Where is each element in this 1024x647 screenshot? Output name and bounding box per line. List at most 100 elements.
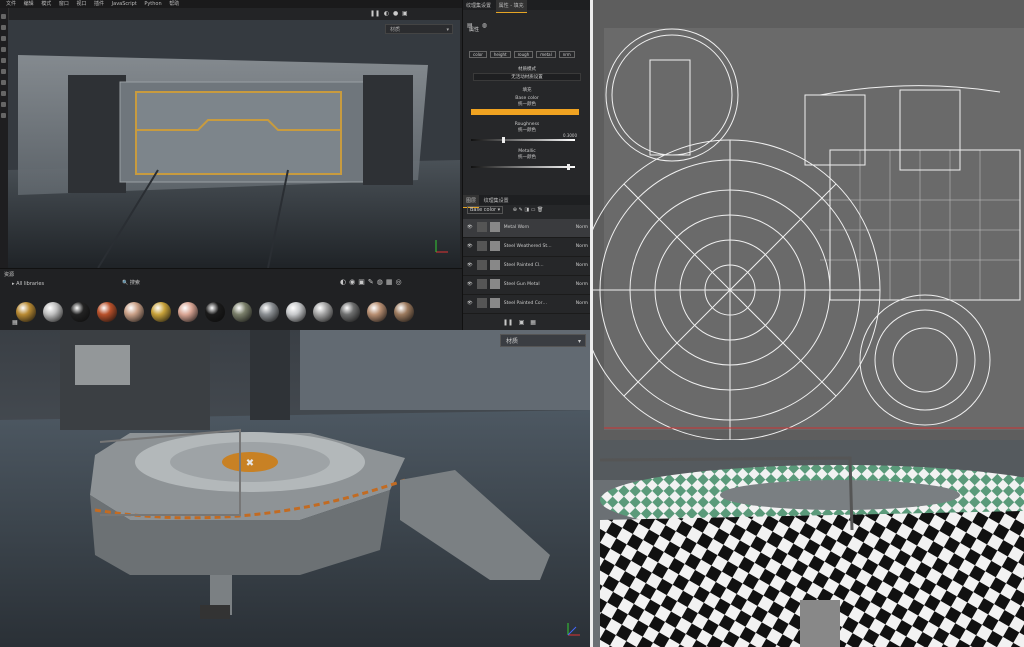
settings-icon[interactable]: ◍ [482,22,487,29]
material-thumbnail-autumn-leaf[interactable] [97,302,117,322]
clone-tool-icon[interactable] [1,69,6,74]
viewport-toolbar: ❚❚ ◐ ● ▣ [370,10,460,18]
channel-color-chip[interactable]: color [469,51,487,58]
eye-icon[interactable]: 👁 [467,263,473,268]
channel-height-chip[interactable]: height [489,51,511,58]
eye-icon[interactable]: 👁 [467,225,473,230]
folder-icon[interactable]: ▭ [531,207,536,213]
base-color-mode: 统一颜色 [518,102,536,107]
menu-javascript[interactable]: JavaScript [112,1,137,7]
eye-icon[interactable]: 👁 [467,282,473,287]
layer-blend-mode[interactable]: Norm [576,257,588,275]
layer-row[interactable]: 👁 Steel Gun Metal Norm [463,276,591,295]
camera-toggle-icon[interactable]: ▣ [402,10,408,17]
material-thumbnail-gold-foil[interactable] [151,302,171,322]
material-thumbnail-black-plastic[interactable] [205,302,225,322]
material-thumbnail-aluminum[interactable] [286,302,306,322]
layer-row[interactable]: 👁 Steel Painted Cor… Norm [463,295,591,314]
picker-tool-icon[interactable] [1,80,6,85]
layer-name: Steel Painted Cor… [503,301,547,306]
material-thumbnail-bronze[interactable] [394,302,414,322]
viewport-mode-select[interactable]: 材质 ▾ [385,24,453,34]
smudge-tool-icon[interactable] [1,58,6,63]
scene-mode-select[interactable]: 材质 ▾ [500,334,586,347]
filter-grid-icon[interactable]: ▦ [386,278,396,286]
filter-brush-icon[interactable]: ✎ [368,278,377,286]
add-layer-icon[interactable]: ⊕ [513,207,517,213]
menu-help[interactable]: 帮助 [169,1,179,7]
mask-icon[interactable]: ◨ [524,207,529,213]
layer-blend-mode[interactable]: Norm [576,276,588,294]
material-thumbnail-dark-concrete[interactable] [340,302,360,322]
brush-icon[interactable]: ✎ [519,207,523,213]
uv-editor[interactable] [590,0,1024,440]
material-thumbnail-chrome[interactable] [43,302,63,322]
viewport-checker[interactable] [590,440,1024,647]
camera-button-icon[interactable]: ▣ [519,319,525,326]
menu-viewport[interactable]: 视口 [76,1,86,7]
tab-properties-fill[interactable]: 属性 - 填充 [495,0,527,13]
eraser-tool-icon[interactable] [1,25,6,30]
roughness-value[interactable]: 0.3000 [469,133,577,138]
channel-metal-chip[interactable]: metal [536,51,556,58]
viewport-3d-scene[interactable]: ✖ [0,330,590,647]
menu-file[interactable]: 文件 [6,1,16,7]
material-thumbnail-copper[interactable] [367,302,387,322]
svg-text:✖: ✖ [246,458,254,469]
pause-icon[interactable]: ❚❚ [370,10,380,17]
menu-plugins[interactable]: 插件 [94,1,104,7]
render-icon[interactable] [1,113,6,118]
channel-rough-chip[interactable]: rough [513,51,534,58]
filter-material-icon[interactable]: ◐ [340,278,349,286]
layer-row[interactable]: 👁 Steel Painted Cl… Norm [463,257,591,276]
eye-icon[interactable]: 👁 [467,301,473,306]
menu-mode[interactable]: 模式 [41,1,51,7]
filter-env-icon[interactable]: ◎ [395,278,404,286]
display-icon[interactable]: ● [393,10,398,17]
tab-texture-set-settings[interactable]: 纹理集设置 [463,0,494,12]
sphere-icon[interactable]: ◐ [384,10,389,17]
paint-tool-icon[interactable] [1,14,6,19]
layer-blend-mode[interactable]: Norm [576,295,588,313]
layer-channel-select[interactable]: Base color ▾ [467,206,504,214]
grid-view-icon[interactable]: ▦ [12,319,18,326]
layer-row[interactable]: 👁 Metal Worn Norm [463,219,591,238]
roughness-slider-handle[interactable] [502,137,506,143]
menu-python[interactable]: Python [144,1,161,7]
filter-texture-icon[interactable]: ▣ [358,278,368,286]
layer-blend-mode[interactable]: Norm [576,219,588,237]
eye-icon[interactable]: 👁 [467,244,473,249]
menu-bar: 文件 编辑 模式 窗口 视口 插件 JavaScript Python 帮助 [0,0,462,8]
layer-row[interactable]: 👁 Steel Weathered St… Norm [463,238,591,257]
menu-window[interactable]: 窗口 [59,1,69,7]
polygon-fill-icon[interactable] [1,47,6,52]
scene-render [8,20,460,268]
metallic-slider-handle[interactable] [566,164,570,170]
filter-smart-icon[interactable]: ◉ [349,278,358,286]
shelf-search[interactable]: 🔍 搜索 [122,279,140,286]
viewport-3d[interactable] [8,20,460,268]
filter-alpha-icon[interactable]: ◍ [377,278,386,286]
material-thumbnail-olive-metal[interactable] [232,302,252,322]
delete-icon[interactable]: 🗑 [537,207,543,213]
menu-edit[interactable]: 编辑 [24,1,34,7]
material-thumbnail-skin[interactable] [124,302,144,322]
metallic-slider[interactable] [471,164,575,170]
material-thumbnail-concrete[interactable] [313,302,333,322]
pause-button-icon[interactable]: ❚❚ [503,319,513,326]
material-thumbnail-black-rubber[interactable] [70,302,90,322]
material-thumbnail-skin-pink[interactable] [178,302,198,322]
layer-blend-mode[interactable]: Norm [576,238,588,256]
bake-icon[interactable] [1,91,6,96]
camera-icon[interactable] [1,102,6,107]
grid-button-icon[interactable]: ▦ [530,319,536,326]
projection-tool-icon[interactable] [1,36,6,41]
shelf-breadcrumb[interactable]: ▸ All libraries [0,279,56,289]
checker-render [590,440,1024,647]
material-mode-value[interactable]: 无活动材质设置 [473,73,581,81]
base-color-swatch[interactable] [471,109,579,115]
material-thumbnail-steel[interactable] [259,302,279,322]
material-thumbnail-gold[interactable] [16,302,36,322]
channel-nrm-chip[interactable]: nrm [558,51,575,58]
roughness-slider[interactable] [471,137,575,143]
